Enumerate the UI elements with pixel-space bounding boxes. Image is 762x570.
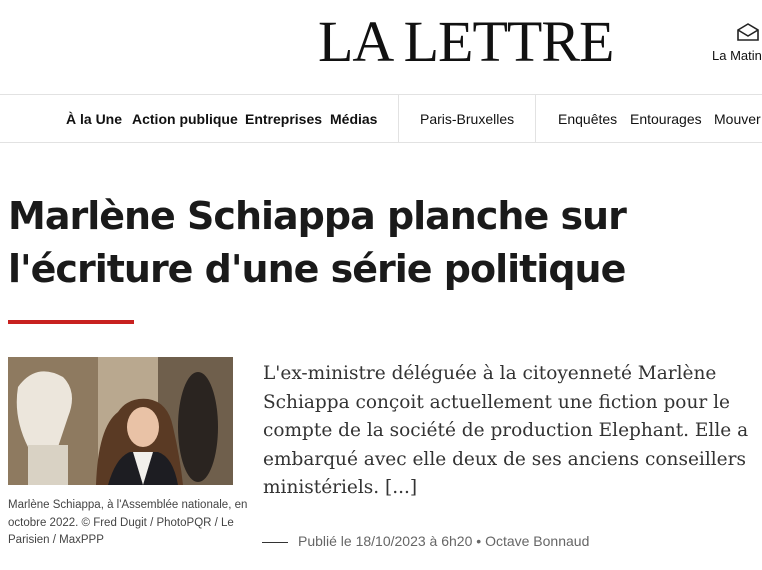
nav-item-medias[interactable]: Médias [330,111,377,127]
main-navigation: À la Une Action publique Entreprises Méd… [0,95,762,143]
nav-item-entreprises[interactable]: Entreprises [245,111,322,127]
article-photo [8,357,233,485]
article-title: Marlène Schiappa planche sur l'écriture … [8,194,627,291]
matinale-label: La Matin [712,48,762,63]
nav-item-mouvements[interactable]: Mouver [714,111,761,127]
nav-divider [535,95,536,142]
nav-item-paris-bruxelles[interactable]: Paris-Bruxelles [420,111,514,127]
article-meta: Publié le 18/10/2023 à 6h20 • Octave Bon… [262,533,589,549]
article-lead: L'ex-ministre déléguée à la citoyenneté … [263,363,749,498]
nav-item-action-publique[interactable]: Action publique [132,111,238,127]
publish-date: Publié le 18/10/2023 à 6h20 [298,533,473,549]
meta-dash [262,541,288,543]
photo-caption: Marlène Schiappa, à l'Assemblée national… [8,499,248,546]
envelope-icon [737,23,759,41]
title-accent-bar [8,320,134,324]
nav-item-entourages[interactable]: Entourages [630,111,702,127]
site-header: LA LETTRE La Matin [0,0,762,95]
author-link[interactable]: Octave Bonnaud [485,533,589,549]
nav-divider [398,95,399,142]
nav-item-a-la-une[interactable]: À la Une [66,111,122,127]
nav-item-enquetes[interactable]: Enquêtes [558,111,617,127]
site-logo[interactable]: LA LETTRE [318,12,614,72]
matinale-link[interactable]: La Matin [706,22,762,63]
